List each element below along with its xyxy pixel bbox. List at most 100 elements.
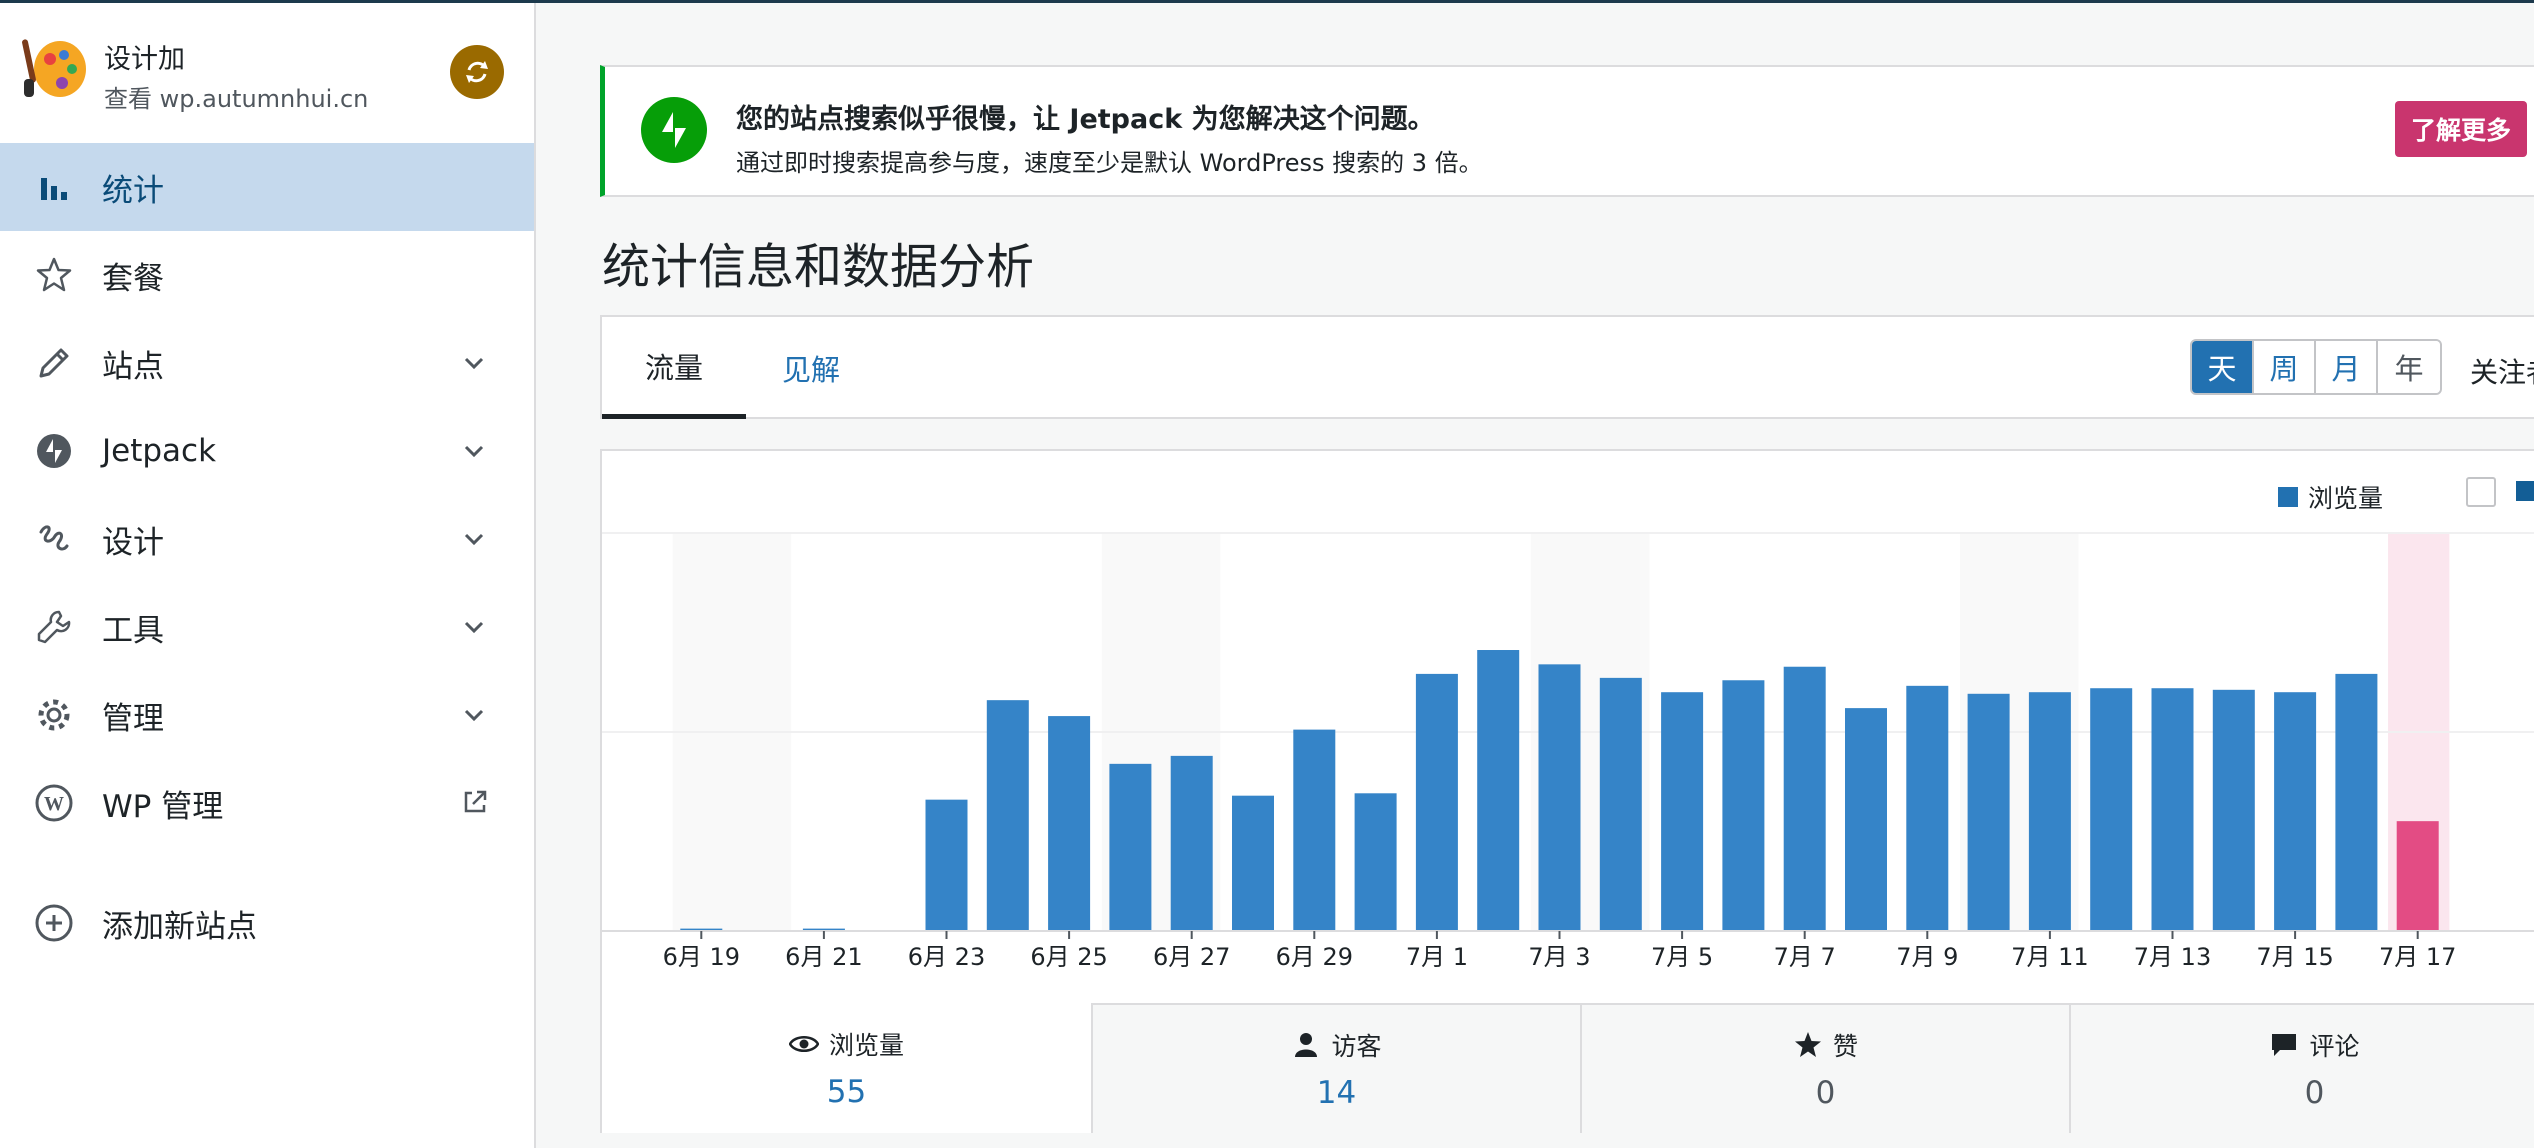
banner-description: 通过即时搜索提高参与度，速度至少是默认 WordPress 搜索的 3 倍。 — [736, 149, 1483, 177]
stat-label: 浏览量 — [828, 1031, 904, 1060]
site-header[interactable]: 设计加 查看 wp.autumnhui.cn — [0, 3, 536, 139]
chart-bar — [2396, 821, 2439, 931]
jetpack-icon — [34, 431, 74, 471]
stat-value: 14 — [1316, 1075, 1357, 1111]
chevron-down-icon[interactable] — [458, 347, 490, 379]
period-week-button[interactable]: 周 — [2254, 341, 2316, 393]
sidebar-item-label: 统计 — [102, 172, 164, 209]
chevron-down-icon[interactable] — [458, 699, 490, 731]
x-tick-label: 7月 17 — [2379, 943, 2456, 971]
sidebar-nav: 统计 套餐 站点 Jetpack 设计 工具 管理 W WP 管理 添加新站点 — [0, 143, 534, 967]
chart-bar — [1722, 680, 1765, 931]
x-tick-label: 7月 7 — [1774, 943, 1836, 971]
stats-summary-row: 浏览量 55 访客 14 赞 0 评论 0 — [602, 1003, 2534, 1133]
sidebar-item-wp-admin[interactable]: W WP 管理 — [0, 759, 534, 847]
chevron-down-icon[interactable] — [458, 435, 490, 467]
add-new-site-button[interactable]: 添加新站点 — [0, 879, 534, 967]
x-tick-label: 7月 15 — [2256, 943, 2333, 971]
sidebar-item-label: 管理 — [102, 700, 164, 737]
stat-label: 赞 — [1832, 1032, 1858, 1061]
site-url-link[interactable]: 查看 wp.autumnhui.cn — [104, 79, 368, 114]
chart-bar — [2335, 673, 2378, 931]
stat-views-tab[interactable]: 浏览量 55 — [602, 1003, 1091, 1133]
chart-bar — [1415, 673, 1458, 931]
chart-bar — [986, 700, 1029, 931]
sync-button[interactable] — [450, 45, 504, 99]
stat-likes-tab[interactable]: 赞 0 — [1579, 1003, 2069, 1133]
stat-visitors-label-row: 访客 — [1291, 1027, 1381, 1063]
sidebar-item-label: 设计 — [102, 524, 164, 561]
gear-icon — [34, 695, 74, 735]
chart-bar — [2028, 692, 2071, 931]
star-filled-icon — [1793, 1030, 1823, 1060]
comment-icon — [2269, 1030, 2299, 1060]
period-day-button[interactable]: 天 — [2192, 341, 2254, 393]
stat-likes-label-row: 赞 — [1793, 1027, 1858, 1063]
x-tick-label: 7月 9 — [1896, 943, 1958, 971]
wordpress-icon: W — [34, 783, 74, 823]
star-icon — [34, 255, 74, 295]
sidebar-item-label: 工具 — [102, 612, 164, 649]
eye-icon — [788, 1029, 819, 1059]
chart-bar — [2090, 688, 2133, 931]
sidebar-item-design[interactable]: 设计 — [0, 495, 534, 583]
stat-visitors-tab[interactable]: 访客 14 — [1090, 1003, 1580, 1133]
person-icon — [1291, 1030, 1321, 1060]
x-tick-label: 7月 11 — [2011, 943, 2088, 971]
views-bar-chart: 6月 19 6月 21 6月 23 6月 25 6月 27 6月 29 7月 1 7月 3 7月… — [602, 532, 2534, 971]
stat-label: 评论 — [2309, 1032, 2360, 1061]
stat-comments-label-row: 评论 — [2269, 1027, 2359, 1063]
wrench-icon — [34, 607, 74, 647]
sidebar-item-tools[interactable]: 工具 — [0, 583, 534, 671]
period-year-button[interactable]: 年 — [2378, 341, 2440, 393]
x-tick-label: 6月 29 — [1276, 943, 1353, 971]
chart-bar — [1661, 692, 1704, 931]
tab-insights[interactable]: 见解 — [756, 317, 866, 419]
sidebar-item-stats[interactable]: 统计 — [0, 143, 534, 231]
chart-bar — [1232, 795, 1274, 931]
tab-traffic[interactable]: 流量 — [602, 317, 746, 419]
sidebar-item-site[interactable]: 站点 — [0, 319, 534, 407]
plus-circle-icon — [34, 903, 74, 943]
sidebar-item-label: 套餐 — [102, 260, 164, 297]
chevron-down-icon[interactable] — [458, 523, 490, 555]
x-tick-label: 6月 27 — [1153, 943, 1230, 971]
sidebar: 设计加 查看 wp.autumnhui.cn 统计 套餐 站点 Jetpack … — [0, 3, 536, 1148]
sidebar-item-label: Jetpack — [102, 433, 217, 469]
chart-bar — [2151, 688, 2194, 931]
x-tick-label: 6月 25 — [1030, 943, 1107, 971]
legend-views-label: 浏览量 — [2308, 484, 2384, 513]
sidebar-item-plans[interactable]: 套餐 — [0, 231, 534, 319]
period-selector: 天 周 月 年 — [2190, 339, 2442, 395]
external-link-icon — [464, 790, 487, 813]
x-tick-label: 6月 23 — [908, 943, 985, 971]
legend-visitors-checkbox[interactable] — [2466, 477, 2496, 507]
sidebar-item-manage[interactable]: 管理 — [0, 671, 534, 759]
page-title: 统计信息和数据分析 — [602, 239, 1035, 295]
stat-comments-tab[interactable]: 评论 0 — [2068, 1003, 2534, 1133]
chart-bar — [1538, 664, 1581, 931]
followers-link[interactable]: 关注者 — [2470, 351, 2534, 391]
x-tick-label: 6月 21 — [785, 943, 862, 971]
sidebar-item-jetpack[interactable]: Jetpack — [0, 407, 534, 495]
stat-label: 访客 — [1331, 1032, 1382, 1061]
chart-bar — [2212, 689, 2255, 931]
chart-bar — [1354, 793, 1397, 931]
legend-views-swatch — [2278, 487, 2298, 507]
stat-value: 0 — [1815, 1075, 1836, 1111]
chevron-down-icon[interactable] — [458, 611, 490, 643]
bar-chart-icon — [34, 167, 74, 207]
stats-chart-card: 6月 19 6月 21 6月 23 6月 25 6月 27 6月 29 7月 1 7月 3 7月… — [600, 449, 2534, 1133]
chart-bar — [1048, 716, 1091, 931]
chart-bar — [1906, 685, 1949, 931]
x-tick-label: 7月 13 — [2134, 943, 2211, 971]
chart-bar — [1599, 677, 1642, 931]
learn-more-button[interactable]: 了解更多 — [2395, 101, 2527, 157]
period-month-button[interactable]: 月 — [2316, 341, 2378, 393]
sync-icon — [466, 61, 488, 83]
site-logo-icon — [22, 39, 86, 97]
site-name: 设计加 — [104, 44, 185, 75]
x-tick-label: 7月 5 — [1651, 943, 1713, 971]
svg-text:W: W — [44, 793, 64, 815]
